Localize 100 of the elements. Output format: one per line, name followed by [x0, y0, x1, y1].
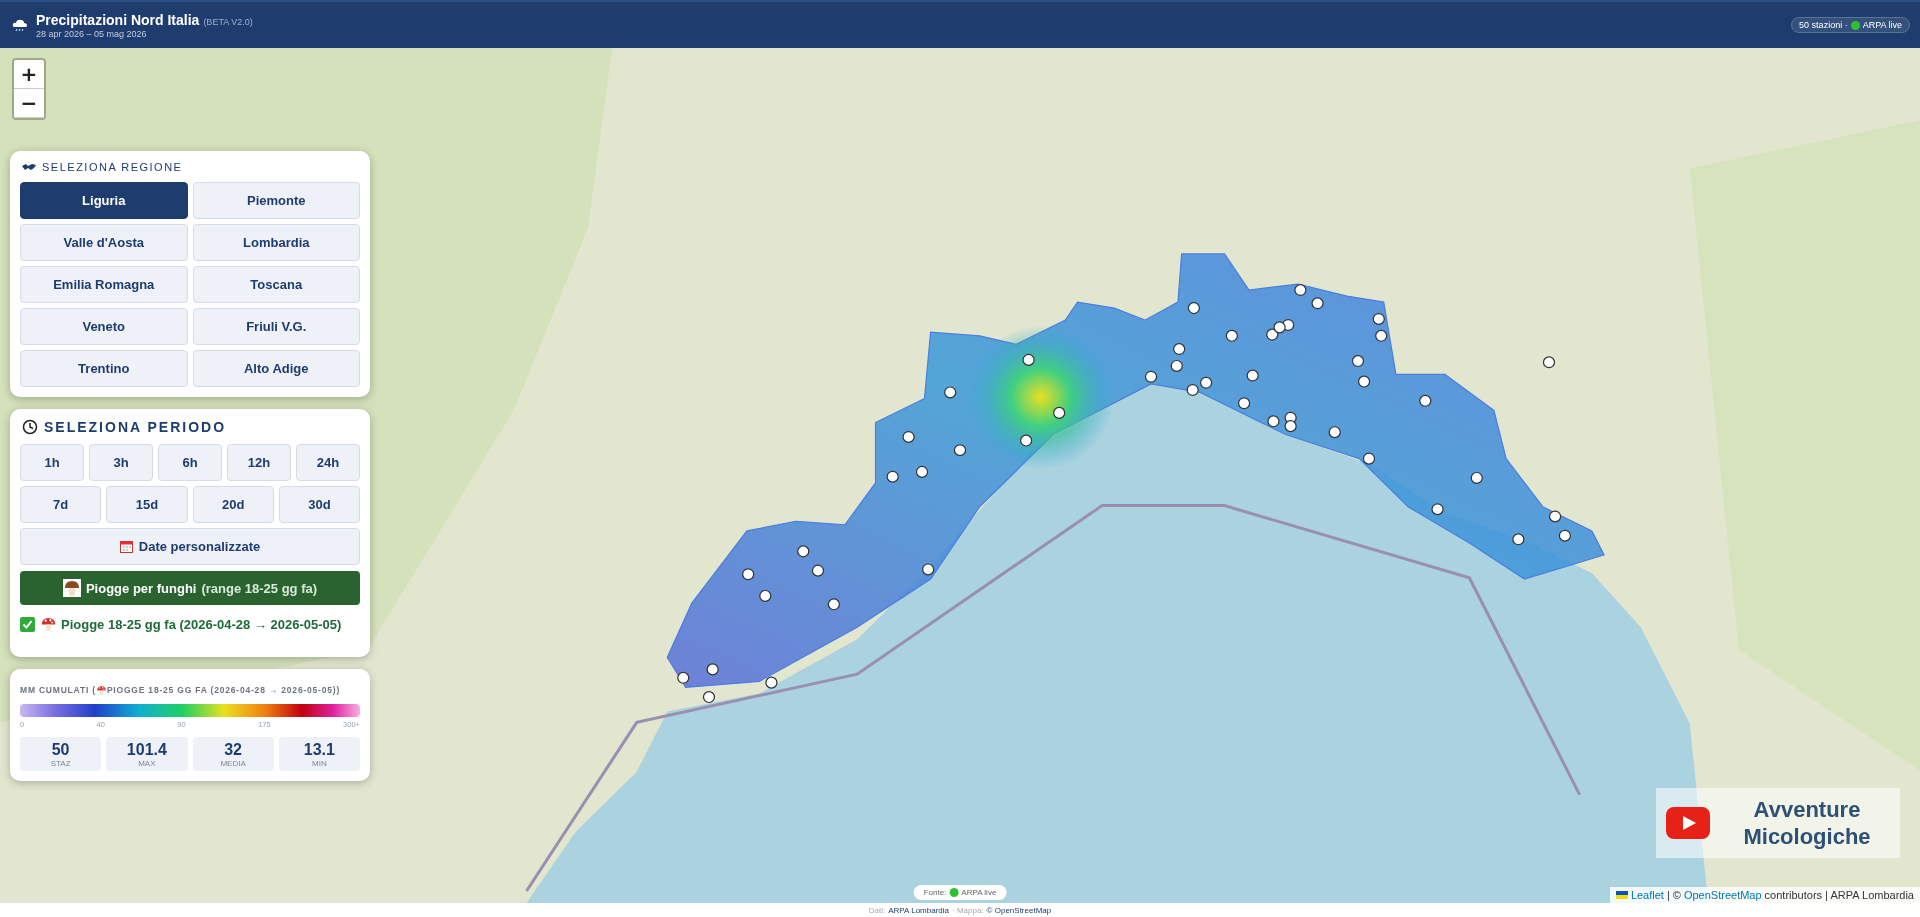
play-button-icon: [1666, 807, 1710, 839]
station-marker[interactable]: [1187, 302, 1200, 315]
station-marker[interactable]: [1357, 375, 1371, 388]
mushroom-icon: [95, 685, 107, 696]
period-button[interactable]: 24h: [296, 444, 360, 481]
station-marker[interactable]: [1200, 376, 1213, 389]
station-marker[interactable]: [706, 663, 719, 676]
live-dot-icon: [1850, 20, 1860, 30]
station-marker[interactable]: [1470, 471, 1483, 484]
station-marker[interactable]: [886, 470, 899, 483]
station-marker[interactable]: [702, 691, 716, 704]
attribution-text: contributors | ARPA Lombardia: [1764, 889, 1914, 901]
footer-label: Dati:: [868, 905, 886, 915]
station-marker[interactable]: [1431, 503, 1444, 516]
station-marker[interactable]: [922, 563, 935, 576]
station-marker[interactable]: [1173, 343, 1186, 356]
station-marker[interactable]: [1284, 420, 1297, 433]
station-marker[interactable]: [827, 598, 840, 611]
station-marker[interactable]: [765, 676, 778, 689]
station-marker[interactable]: [944, 386, 957, 399]
station-marker[interactable]: [811, 564, 825, 577]
station-marker[interactable]: [1549, 510, 1562, 523]
station-marker[interactable]: [1170, 359, 1183, 372]
station-marker[interactable]: [1022, 353, 1035, 366]
station-marker[interactable]: [1020, 434, 1033, 447]
station-marker[interactable]: [1053, 406, 1066, 419]
station-marker[interactable]: [797, 545, 810, 558]
stat-label: MIN: [312, 759, 327, 768]
station-marker[interactable]: [1144, 370, 1158, 383]
flag-icon: [1615, 891, 1628, 899]
station-marker[interactable]: [1186, 383, 1199, 397]
stat-label: MAX: [138, 759, 156, 768]
region-button[interactable]: Valle d'Aosta: [20, 224, 188, 261]
source-label: Fonte:: [923, 888, 947, 897]
stat-value: 101.4: [126, 741, 167, 759]
attribution-text: | ©: [1666, 889, 1681, 901]
custom-dates-button[interactable]: Date personalizzate: [20, 528, 360, 565]
stat-value: 13.1: [303, 741, 335, 759]
legend-title: MM CUMULATI (: [20, 684, 96, 697]
period-button[interactable]: 3h: [89, 444, 153, 481]
station-marker[interactable]: [953, 444, 967, 457]
map-shape-icon: [22, 163, 36, 171]
station-marker[interactable]: [1375, 329, 1388, 342]
mushroom-icon: [40, 616, 57, 633]
calendar-icon: [119, 540, 133, 553]
station-marker[interactable]: [1246, 369, 1259, 382]
station-marker[interactable]: [1267, 415, 1280, 428]
region-button[interactable]: Piemonte: [192, 182, 360, 219]
station-marker[interactable]: [1273, 321, 1286, 334]
leaflet-link[interactable]: Leaflet: [1630, 889, 1664, 901]
panel-title: SELEZIONA REGIONE: [42, 161, 183, 173]
period-button[interactable]: 7d: [20, 486, 102, 523]
station-marker[interactable]: [1542, 356, 1556, 369]
stat-label: MEDIA: [220, 759, 246, 768]
period-button[interactable]: 1h: [20, 444, 84, 481]
period-button[interactable]: 6h: [158, 444, 222, 481]
station-marker[interactable]: [677, 671, 690, 684]
station-marker[interactable]: [915, 465, 929, 478]
app-title: Precipitazioni Nord Italia: [36, 11, 200, 28]
region-button[interactable]: Trentino: [20, 350, 188, 387]
station-marker[interactable]: [1266, 328, 1279, 341]
station-marker[interactable]: [1419, 394, 1432, 407]
station-marker[interactable]: [1362, 452, 1376, 465]
live-dot-icon: [949, 888, 959, 897]
station-marker[interactable]: [1372, 312, 1385, 325]
region-button[interactable]: Toscana: [192, 266, 360, 303]
region-button[interactable]: Lombardia: [192, 224, 360, 261]
station-marker[interactable]: [1225, 329, 1238, 342]
zoom-in-button[interactable]: +: [14, 60, 44, 89]
region-button[interactable]: Emilia Romagna: [20, 266, 188, 303]
stat-value: 32: [224, 741, 242, 759]
station-marker[interactable]: [1328, 426, 1341, 439]
station-marker[interactable]: [759, 589, 772, 602]
stat-label: STAZ: [50, 759, 71, 768]
period-button[interactable]: 12h: [227, 444, 291, 481]
period-button[interactable]: 30d: [278, 486, 360, 523]
station-marker[interactable]: [902, 430, 915, 443]
period-button[interactable]: 20d: [192, 486, 274, 523]
station-marker[interactable]: [1237, 397, 1251, 410]
date-range: 28 apr 2026 – 05 mag 2026: [36, 28, 148, 39]
station-marker[interactable]: [1512, 533, 1525, 546]
region-button[interactable]: Alto Adige: [192, 350, 360, 387]
zoom-out-button[interactable]: −: [14, 89, 44, 118]
station-marker[interactable]: [1311, 297, 1324, 310]
region-button[interactable]: Friuli V.G.: [192, 308, 360, 345]
station-marker[interactable]: [1558, 529, 1571, 542]
clock-icon: [22, 419, 38, 435]
openstreetmap-link[interactable]: OpenStreetMap: [1683, 889, 1762, 901]
version-label: (BETA V2.0): [203, 16, 253, 27]
period-button[interactable]: 15d: [106, 486, 188, 523]
active-range-text: Piogge 18-25 gg fa (2026-04-28 → 2026-05-05): [61, 616, 342, 634]
station-marker[interactable]: [1294, 284, 1307, 297]
region-button[interactable]: Veneto: [20, 308, 188, 345]
channel-name: Avventure Micologiche: [1742, 796, 1872, 850]
rain-cloud-icon: [12, 18, 28, 32]
region-button[interactable]: Liguria: [20, 182, 188, 219]
station-marker[interactable]: [742, 568, 755, 581]
panel-title: SELEZIONA PERIODO: [44, 419, 227, 435]
station-marker[interactable]: [1351, 355, 1365, 368]
fungi-rain-button[interactable]: Piogge per funghi (range 18-25 gg fa): [20, 571, 360, 605]
